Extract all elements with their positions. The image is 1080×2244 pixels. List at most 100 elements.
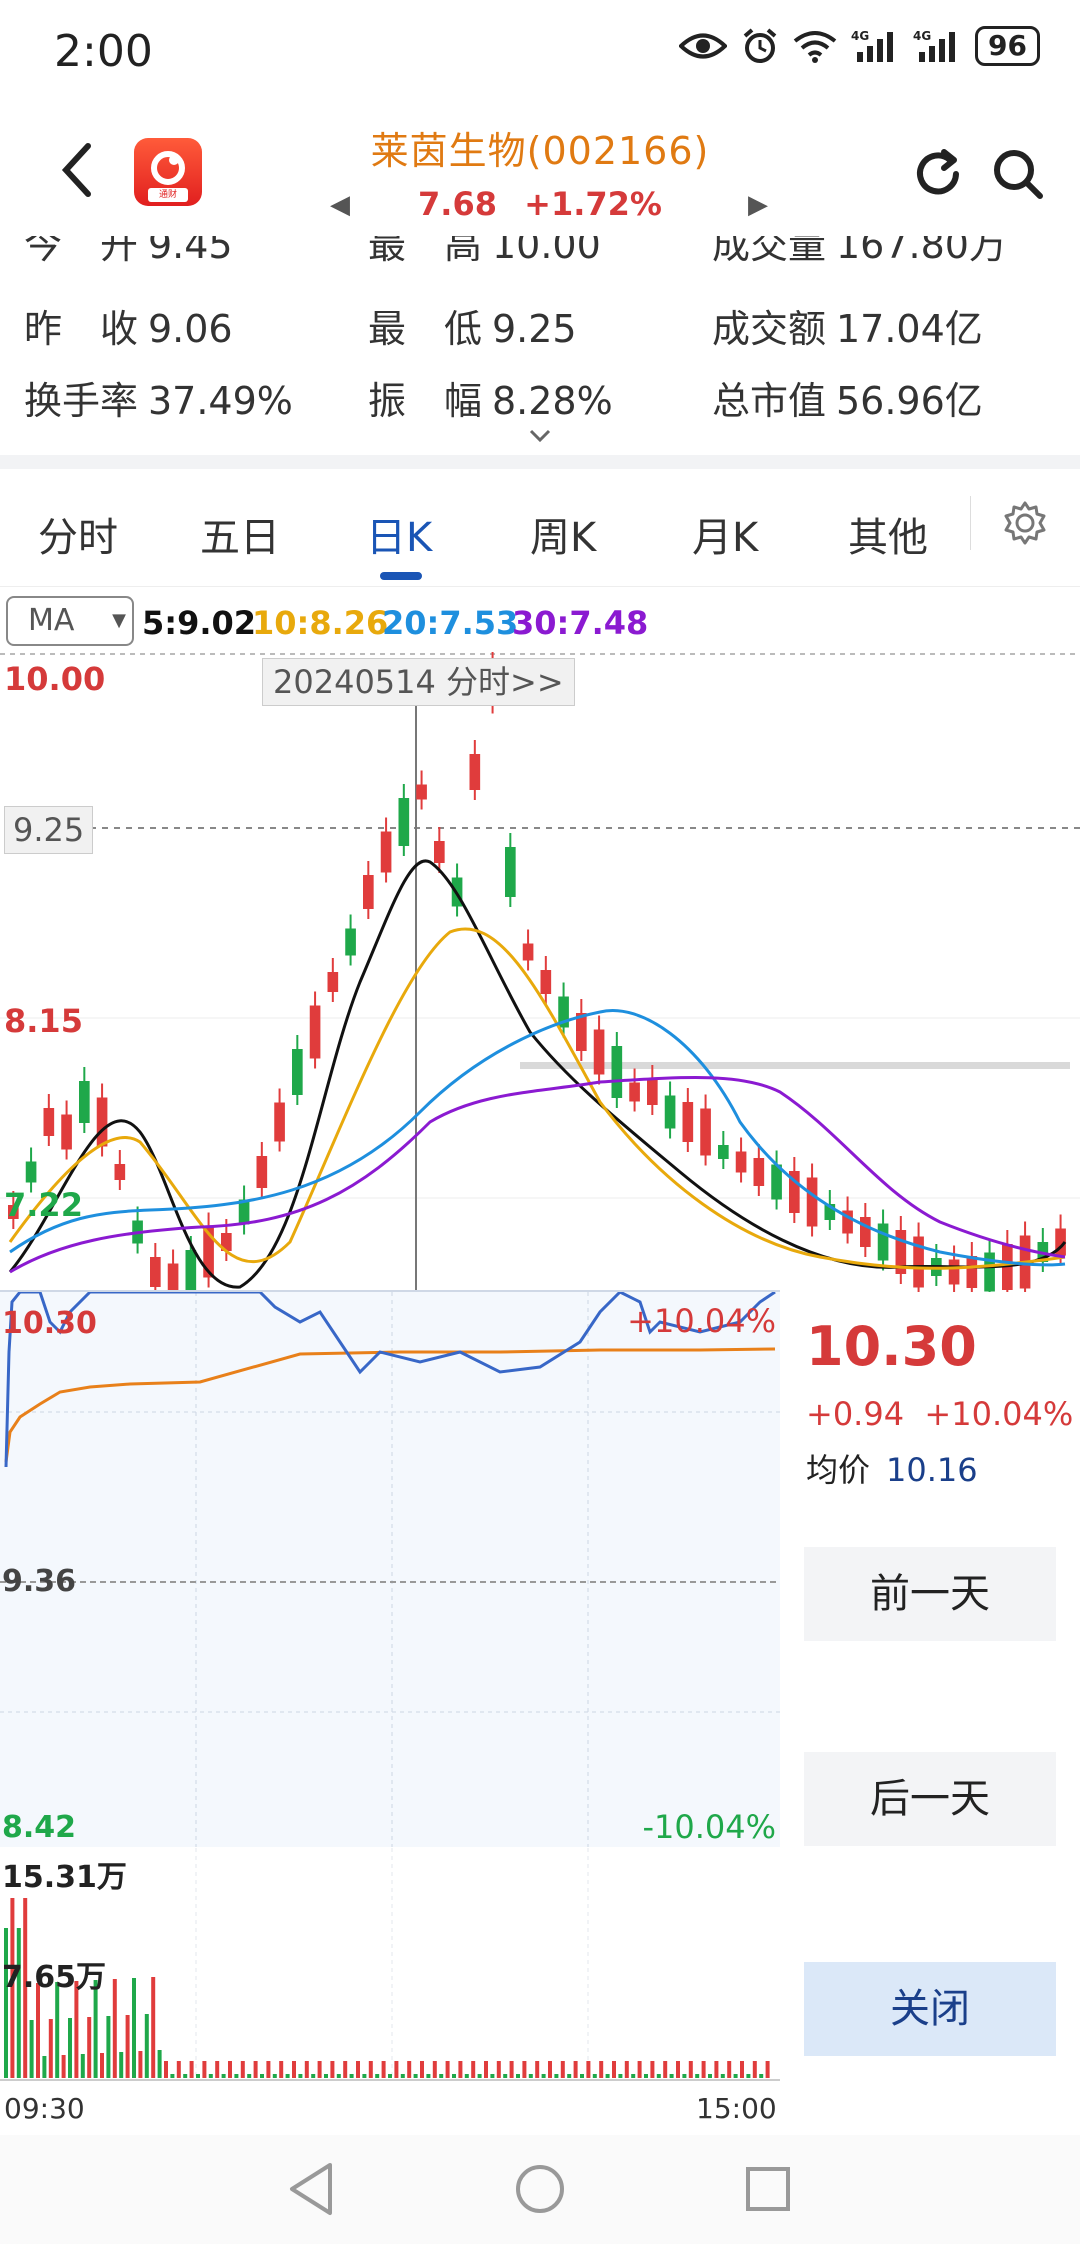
- volume-bar: [298, 2074, 303, 2078]
- nav-back-button[interactable]: [286, 2161, 336, 2221]
- volume-bar: [324, 2074, 328, 2078]
- tab-divider: [970, 496, 971, 550]
- tab-weekly-k[interactable]: 周K: [530, 505, 596, 563]
- volume-bar: [61, 2055, 66, 2078]
- wifi-icon: [793, 29, 837, 63]
- price-axis-mid: 8.15: [4, 1002, 83, 1040]
- volume-bar: [727, 2061, 732, 2078]
- volume-bar: [189, 2061, 194, 2078]
- tab-monthly-k[interactable]: 月K: [692, 505, 758, 563]
- close-button[interactable]: 关闭: [804, 1962, 1056, 2056]
- volume-bar: [567, 2074, 572, 2078]
- volume-bar: [221, 2074, 226, 2078]
- volume-bar: [202, 2061, 207, 2078]
- next-stock-arrow[interactable]: ▶: [748, 190, 768, 220]
- volume-bar: [688, 2061, 693, 2078]
- volume-bar: [503, 2074, 508, 2078]
- tab-other[interactable]: 其他: [848, 505, 928, 563]
- intraday-bottom-pct: -10.04%: [642, 1808, 776, 1846]
- system-nav-bar: [0, 2135, 1080, 2244]
- volume-bar: [477, 2074, 482, 2078]
- chart-settings-button[interactable]: [1002, 500, 1048, 550]
- volume-bar: [234, 2074, 239, 2078]
- volume-bar: [509, 2061, 514, 2078]
- info-turnover-rate: 换手率 37.49%: [24, 379, 293, 423]
- volume-bar: [36, 1983, 40, 2078]
- volume-bar: [80, 2054, 85, 2078]
- volume-bar: [746, 2074, 751, 2078]
- volume-bar: [720, 2074, 725, 2078]
- volume-bar: [624, 2061, 629, 2078]
- price-axis-low: 7.22: [4, 1186, 83, 1224]
- volume-bar: [445, 2061, 450, 2078]
- volume-bar: [413, 2074, 418, 2078]
- volume-bar: [317, 2061, 322, 2078]
- volume-bar: [612, 2061, 616, 2078]
- divider: [0, 455, 1080, 469]
- volume-bar: [228, 2061, 232, 2078]
- current-price: 7.68: [418, 185, 497, 223]
- volume-bar: [253, 2061, 258, 2078]
- volume-bar: [656, 2074, 661, 2078]
- volume-bar: [554, 2074, 559, 2078]
- volume-bar: [157, 2050, 162, 2078]
- prev-day-button[interactable]: 前一天: [804, 1547, 1056, 1641]
- volume-bar: [266, 2061, 271, 2078]
- volume-bar: [304, 2061, 309, 2078]
- volume-bar: [618, 2074, 623, 2078]
- volume-bar: [368, 2061, 373, 2078]
- volume-bar: [548, 2061, 552, 2078]
- popup-avg: 均价 10.16: [806, 1451, 978, 1489]
- volume-bar: [343, 2061, 348, 2078]
- volume-bar: [349, 2074, 354, 2078]
- ma-selector[interactable]: MA ▼: [6, 596, 134, 646]
- intraday-top-pct: +10.04%: [627, 1302, 776, 1340]
- volume-bar: [4, 1928, 8, 2078]
- volume-bar: [458, 2061, 463, 2078]
- tab-intraday[interactable]: 分时: [38, 505, 118, 563]
- volume-bar: [426, 2074, 431, 2078]
- nav-recents-button[interactable]: [744, 2165, 792, 2217]
- dropdown-triangle-icon: ▼: [112, 610, 126, 631]
- volume-bar: [695, 2074, 700, 2078]
- volume-bar: [592, 2074, 597, 2078]
- volume-bar: [42, 2056, 47, 2078]
- volume-bar: [176, 2061, 181, 2078]
- kline-date-tooltip[interactable]: 20240514 分时>>: [262, 658, 575, 706]
- popup-change: +0.94 +10.04%: [806, 1395, 1074, 1433]
- candlestick-chart[interactable]: 10.00 20240514 分时>> 9.25 8.15 7.22: [0, 652, 1080, 1292]
- tab-daily-k[interactable]: 日K: [366, 505, 432, 563]
- alarm-icon: [741, 27, 779, 65]
- volume-bar: [272, 2074, 277, 2078]
- volume-bar: [496, 2061, 501, 2078]
- volume-bar: [669, 2074, 674, 2078]
- volume-bar: [765, 2061, 770, 2078]
- info-amplitude: 振 幅 8.28%: [368, 379, 613, 423]
- expand-icon[interactable]: [528, 428, 552, 448]
- volume-bar: [285, 2074, 290, 2078]
- volume-bar: [490, 2074, 495, 2078]
- intraday-popup-chart[interactable]: 10.30 +10.04% 9.36 8.42 -10.04%: [0, 1290, 780, 1847]
- ma30-value: 30:7.48: [512, 604, 649, 642]
- volume-bar: [580, 2074, 584, 2078]
- tab-five-day[interactable]: 五日: [200, 505, 280, 563]
- refresh-button[interactable]: [910, 146, 966, 206]
- nav-home-button[interactable]: [514, 2163, 566, 2219]
- volume-bar: [279, 2061, 284, 2078]
- battery-indicator: 96: [975, 26, 1040, 66]
- volume-bar: [381, 2061, 386, 2078]
- triangle-back-icon: [290, 2163, 332, 2215]
- next-day-button[interactable]: 后一天: [804, 1752, 1056, 1846]
- volume-bar: [183, 2074, 188, 2078]
- volume-bar: [682, 2074, 687, 2078]
- volume-bar: [362, 2074, 367, 2078]
- ma10-value: 10:8.26: [252, 604, 389, 642]
- volume-bar: [356, 2061, 360, 2078]
- volume-bar: [560, 2061, 565, 2078]
- volume-bar: [733, 2074, 738, 2078]
- volume-max: 15.31万: [2, 1860, 127, 1895]
- volume-bar: [151, 1977, 156, 2078]
- volume-bar: [701, 2061, 706, 2078]
- volume-bar: [420, 2061, 424, 2078]
- search-button[interactable]: [990, 146, 1046, 206]
